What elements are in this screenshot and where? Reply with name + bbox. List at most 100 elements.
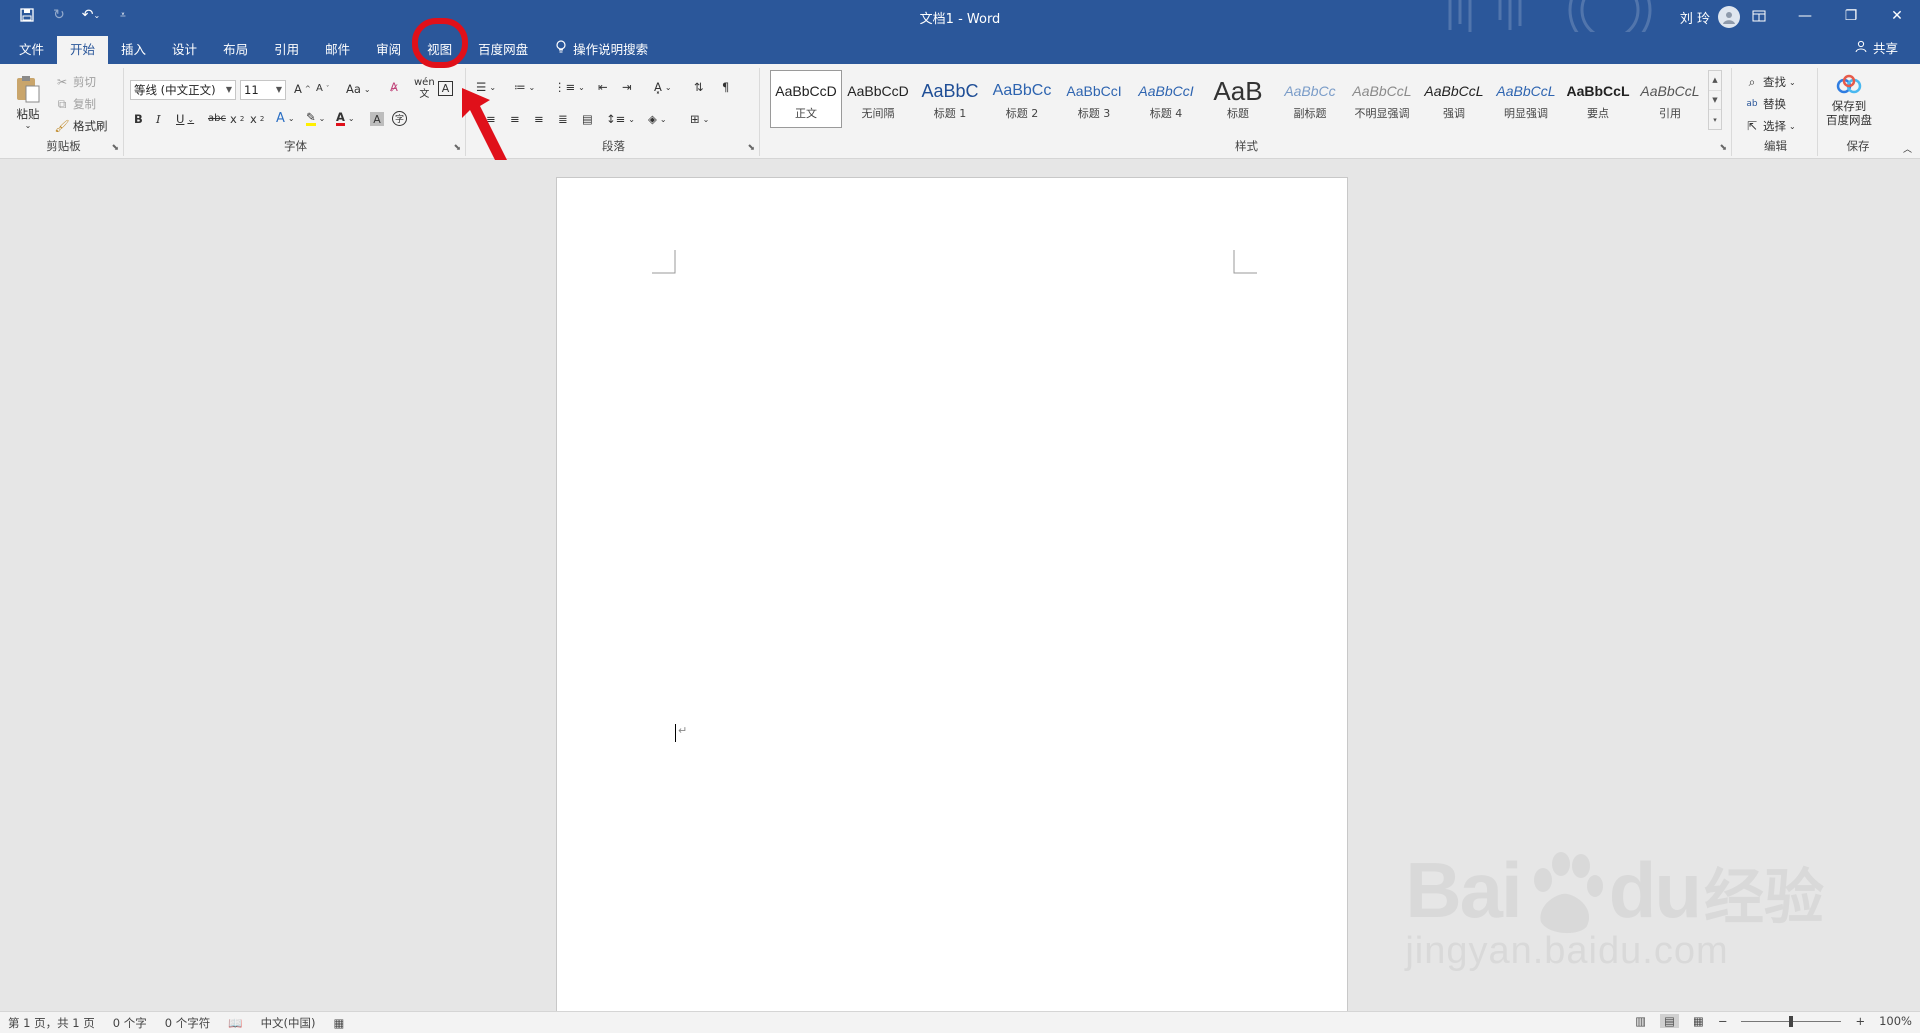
change-case-icon[interactable]: Aa ⌄ <box>346 82 371 96</box>
character-border-icon[interactable]: A <box>438 81 453 96</box>
zoom-level[interactable]: 100% <box>1879 1014 1912 1028</box>
italic-icon[interactable]: I <box>156 112 161 126</box>
show-marks-icon[interactable]: ¶ <box>722 80 729 94</box>
font-color-icon[interactable]: A ⌄ <box>336 111 355 126</box>
style-heading-2[interactable]: AaBbCc 标题 2 <box>986 70 1058 128</box>
tab-file[interactable]: 文件 <box>6 36 57 64</box>
style-name: 标题 3 <box>1077 107 1111 120</box>
chevron-down-icon[interactable]: ▼ <box>1709 91 1721 111</box>
style-heading-3[interactable]: AaBbCcI 标题 3 <box>1058 70 1130 128</box>
style-normal[interactable]: AaBbCcD 正文 <box>770 70 842 128</box>
tell-me-search[interactable]: 操作说明搜索 <box>541 36 661 64</box>
distributed-icon[interactable]: ▤ <box>582 112 593 126</box>
clipboard-launcher-icon[interactable]: ⬊ <box>111 143 119 153</box>
tab-mailings[interactable]: 邮件 <box>312 36 363 64</box>
font-size-combobox[interactable]: 11 ▼ <box>240 80 286 100</box>
style-no-spacing[interactable]: AaBbCcD 无间隔 <box>842 70 914 128</box>
align-right-icon[interactable]: ≡ <box>534 112 544 126</box>
style-subtle-emphasis[interactable]: AaBbCcL 不明显强调 <box>1346 70 1418 128</box>
styles-launcher-icon[interactable]: ⬊ <box>1719 143 1727 153</box>
document-canvas[interactable]: ↵ Bai du 经验 jingyan.baidu.com <box>0 160 1920 1017</box>
word-count[interactable]: 0 个字 <box>113 1015 147 1031</box>
tab-insert[interactable]: 插入 <box>108 36 159 64</box>
zoom-slider-thumb[interactable] <box>1789 1015 1794 1027</box>
document-page[interactable]: ↵ <box>556 177 1348 1017</box>
text-effects-icon[interactable]: A ⌄ <box>276 111 295 126</box>
read-mode-icon[interactable]: ▥ <box>1635 1014 1646 1028</box>
phonetic-guide-icon[interactable]: wén 文 <box>414 78 435 100</box>
find-button[interactable]: ⌕ 查找 ⌄ <box>1744 74 1796 90</box>
clear-formatting-icon[interactable]: A̷ <box>390 80 398 94</box>
replace-button[interactable]: ab 替换 <box>1744 96 1786 112</box>
style-emphasis[interactable]: AaBbCcL 强调 <box>1418 70 1490 128</box>
multilevel-list-icon[interactable]: ⋮≡ ⌄ <box>554 80 585 94</box>
tab-design[interactable]: 设计 <box>159 36 210 64</box>
enclose-characters-icon[interactable]: 字 <box>392 111 407 126</box>
zoom-in-icon[interactable]: + <box>1855 1014 1865 1028</box>
tab-home[interactable]: 开始 <box>57 36 109 64</box>
strikethrough-icon[interactable]: abc <box>208 113 226 124</box>
justify-icon[interactable]: ≣ <box>558 112 568 126</box>
ribbon-display-options-icon[interactable] <box>1736 0 1782 32</box>
close-icon[interactable]: ✕ <box>1874 0 1920 32</box>
proofing-icon[interactable]: 📖 <box>228 1016 242 1030</box>
margin-corner-top-left <box>652 250 676 274</box>
minimize-icon[interactable]: — <box>1782 0 1828 32</box>
decrease-indent-icon[interactable]: ⇤ <box>598 80 608 94</box>
cut-button[interactable]: ✂ 剪切 <box>54 74 96 90</box>
underline-icon[interactable]: U ⌄ <box>176 112 194 126</box>
chevron-up-icon[interactable]: ▲ <box>1709 71 1721 91</box>
macro-record-icon[interactable]: ▦ <box>334 1016 345 1030</box>
collapse-ribbon-icon[interactable]: ︿ <box>1903 142 1912 155</box>
tab-review[interactable]: 审阅 <box>363 36 414 64</box>
grow-font-icon[interactable]: A ^ <box>294 82 311 96</box>
character-shading-icon[interactable]: A <box>370 112 384 126</box>
web-layout-icon[interactable]: ▦ <box>1693 1014 1704 1028</box>
restore-icon[interactable]: ❐ <box>1828 0 1874 32</box>
select-button[interactable]: ⇱ 选择 ⌄ <box>1744 118 1796 134</box>
sort-icon[interactable]: ⇅ <box>694 80 704 94</box>
more-styles-icon[interactable]: ▾ <box>1709 110 1721 129</box>
style-heading-4[interactable]: AaBbCcI 标题 4 <box>1130 70 1202 128</box>
tab-references[interactable]: 引用 <box>261 36 312 64</box>
print-layout-icon[interactable]: ▤ <box>1660 1014 1679 1028</box>
style-subtitle[interactable]: AaBbCc 副标题 <box>1274 70 1346 128</box>
paste-button[interactable]: 粘贴 ⌄ <box>14 74 42 130</box>
style-quote[interactable]: AaBbCcL 引用 <box>1634 70 1706 128</box>
style-strong[interactable]: AaBbCcL 要点 <box>1562 70 1634 128</box>
style-title[interactable]: AaB 标题 <box>1202 70 1274 128</box>
borders-icon[interactable]: ⊞ ⌄ <box>690 112 709 126</box>
chinese-layout-icon[interactable]: A͓ ⌄ <box>654 80 672 94</box>
increase-indent-icon[interactable]: ⇥ <box>622 80 632 94</box>
paragraph-launcher-icon[interactable]: ⬊ <box>747 143 755 153</box>
font-name-combobox[interactable]: 等线 (中文正文) ▼ <box>130 80 236 100</box>
copy-button[interactable]: ⧉ 复制 <box>54 96 96 112</box>
char-count[interactable]: 0 个字符 <box>165 1015 210 1031</box>
style-intense-emphasis[interactable]: AaBbCcL 明显强调 <box>1490 70 1562 128</box>
style-heading-1[interactable]: AaBbC 标题 1 <box>914 70 986 128</box>
paste-icon <box>17 76 40 103</box>
highlight-color-icon[interactable]: ✎ ⌄ <box>306 111 325 126</box>
style-name: 副标题 <box>1293 107 1327 120</box>
style-sample: AaB <box>1213 75 1263 106</box>
page-count[interactable]: 第 1 页，共 1 页 <box>8 1015 95 1031</box>
user-account[interactable]: 刘 玲 <box>1680 6 1740 28</box>
paintbrush-icon: 🖌 <box>54 119 70 133</box>
subscript-icon[interactable]: x2 <box>230 112 244 126</box>
zoom-out-icon[interactable]: − <box>1718 1014 1728 1028</box>
status-left: 第 1 页，共 1 页 0 个字 0 个字符 📖 中文(中国) ▦ <box>8 1015 344 1031</box>
line-spacing-icon[interactable]: ↕≡ ⌄ <box>606 112 635 126</box>
style-sample: AaBbCcL <box>1352 83 1412 99</box>
tab-layout[interactable]: 布局 <box>210 36 261 64</box>
save-to-baidu-button[interactable]: 保存到 百度网盘 <box>1826 74 1872 127</box>
superscript-icon[interactable]: x2 <box>250 112 264 126</box>
bold-icon[interactable]: B <box>134 112 143 126</box>
share-button[interactable]: 共享 <box>1855 38 1898 57</box>
zoom-slider[interactable] <box>1741 1015 1842 1027</box>
shading-icon[interactable]: ◈ ⌄ <box>648 112 667 126</box>
shrink-font-icon[interactable]: Aˇ <box>316 83 329 94</box>
tab-baidu-netdisk[interactable]: 百度网盘 <box>465 36 541 64</box>
format-painter-button[interactable]: 🖌 格式刷 <box>54 118 107 134</box>
paragraph-mark-icon: ↵ <box>678 724 688 737</box>
language-indicator[interactable]: 中文(中国) <box>261 1015 316 1031</box>
